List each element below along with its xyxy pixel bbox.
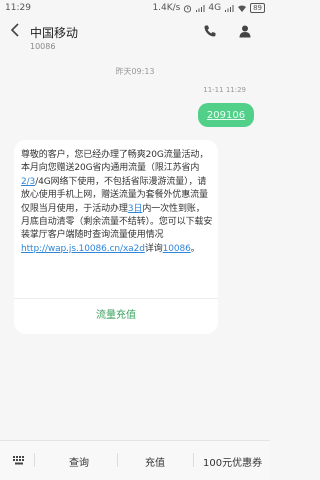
conversation-header: 中国移动 10086	[0, 18, 270, 62]
back-arrow-icon[interactable]	[8, 22, 22, 38]
network-type: 4G	[208, 3, 222, 13]
keyboard-icon[interactable]	[12, 453, 26, 467]
message-text-segment: 尊敬的客户，您已经办理了畅爽20G流量活动，本月向您赠送20G省内通用流量（限江…	[21, 150, 209, 174]
status-time: 11:29	[5, 3, 31, 13]
alarm-icon	[184, 4, 192, 13]
battery-indicator: 89	[250, 3, 265, 13]
message-text-segment: 详询	[144, 243, 163, 254]
menu-divider	[34, 453, 35, 467]
status-icons: 1.4K/s 4G 89	[152, 3, 265, 13]
message-phone-link[interactable]: 10086	[163, 244, 191, 254]
contact-name: 中国移动	[30, 26, 79, 40]
message-link[interactable]: 3日	[128, 204, 143, 214]
menu-query[interactable]: 查询	[69, 454, 89, 469]
signal-icon-2	[225, 4, 234, 12]
received-message-text: 尊敬的客户，您已经办理了畅爽20G流量活动，本月向您赠送20G省内通用流量（限江…	[21, 149, 213, 256]
signal-icon	[196, 4, 205, 12]
message-url-link[interactable]: http://wap.js.10086.cn/xa2d	[21, 244, 145, 254]
date-separator: 昨天09:13	[115, 67, 155, 76]
service-menu-bar: 查询 充值 100元优惠券	[0, 440, 270, 480]
message-divider	[14, 298, 218, 299]
menu-recharge[interactable]: 充值	[145, 454, 165, 469]
status-bar: 11:29 1.4K/s 4G 89	[0, 0, 270, 16]
menu-divider	[193, 453, 194, 467]
phone-icon[interactable]	[203, 24, 217, 38]
recharge-data-button[interactable]: 流量充值	[14, 306, 218, 321]
message-text-segment: 。	[190, 243, 200, 254]
wifi-icon	[238, 4, 247, 12]
contact-number: 10086	[30, 42, 56, 51]
menu-coupon[interactable]: 100元优惠券	[203, 454, 262, 469]
message-link[interactable]: 2/3	[21, 177, 35, 187]
sent-timestamp: 11-11 11:29	[203, 86, 246, 94]
contact-profile-icon[interactable]	[238, 24, 252, 38]
sent-message-bubble[interactable]: 209106	[198, 103, 254, 127]
network-speed: 1.4K/s	[152, 3, 181, 13]
menu-divider	[117, 453, 118, 467]
received-message-bubble[interactable]: 尊敬的客户，您已经办理了畅爽20G流量活动，本月向您赠送20G省内通用流量（限江…	[14, 140, 218, 334]
